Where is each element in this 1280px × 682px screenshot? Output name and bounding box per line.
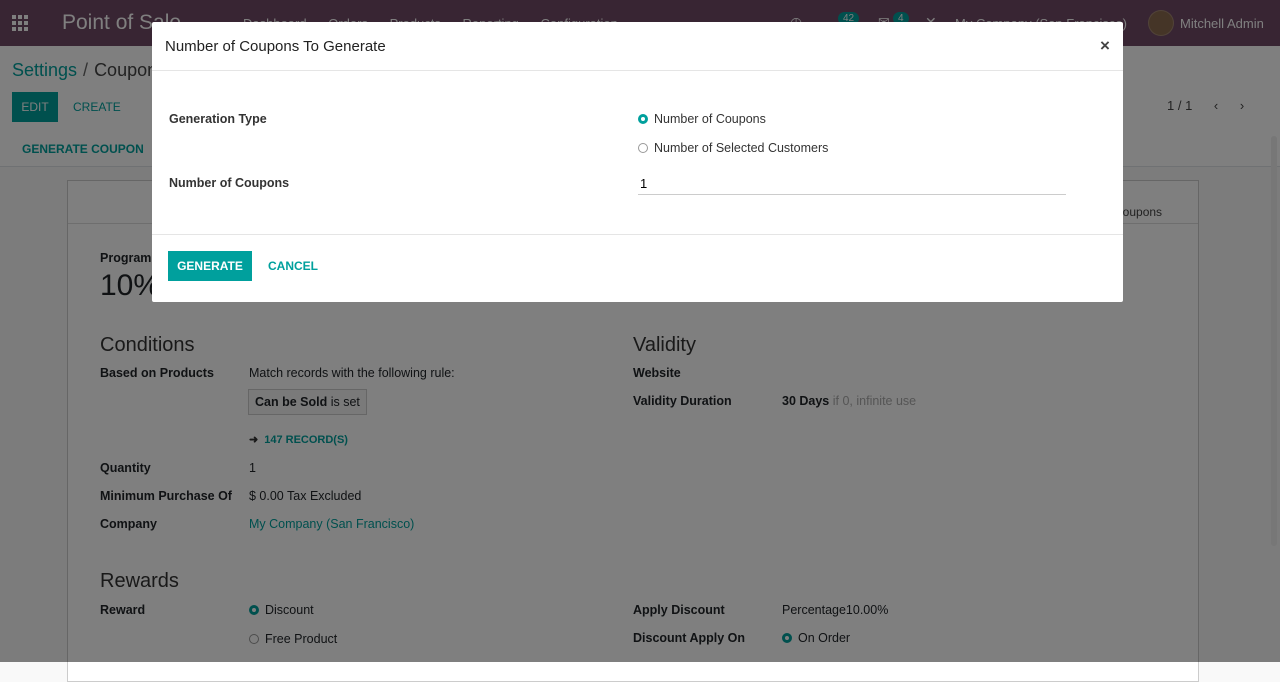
cancel-button[interactable]: CANCEL bbox=[268, 259, 318, 273]
modal-header: Number of Coupons To Generate × bbox=[152, 22, 1123, 71]
number-of-coupons-input[interactable] bbox=[638, 172, 1066, 195]
generate-coupons-dialog: Number of Coupons To Generate × Generati… bbox=[152, 22, 1123, 302]
option-selected-customers[interactable]: Number of Selected Customers bbox=[638, 141, 828, 155]
number-of-coupons-label: Number of Coupons bbox=[169, 176, 290, 190]
generation-type-label: Generation Type bbox=[169, 112, 267, 126]
radio-checked-icon bbox=[638, 114, 648, 124]
close-icon[interactable]: × bbox=[1100, 36, 1110, 56]
modal-footer: GENERATE CANCEL bbox=[152, 234, 1123, 303]
radio-unchecked-icon bbox=[638, 143, 648, 153]
option-label: Number of Selected Customers bbox=[654, 141, 829, 155]
option-number-of-coupons[interactable]: Number of Coupons bbox=[638, 112, 766, 126]
generate-button[interactable]: GENERATE bbox=[168, 251, 252, 281]
page-scrollbar[interactable] bbox=[1271, 136, 1277, 546]
modal-title: Number of Coupons To Generate bbox=[165, 38, 386, 55]
option-label: Number of Coupons bbox=[654, 112, 766, 126]
